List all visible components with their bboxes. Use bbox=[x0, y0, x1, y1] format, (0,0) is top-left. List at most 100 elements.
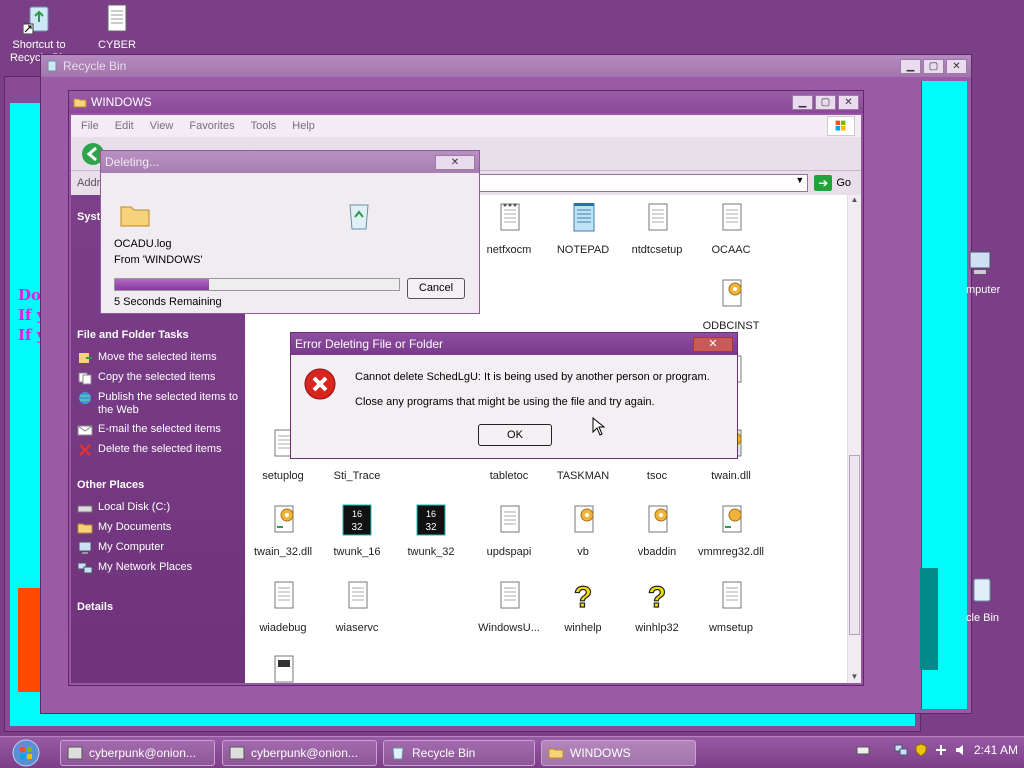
menu-favorites[interactable]: Favorites bbox=[189, 120, 234, 132]
system-tray: 2:41 AM bbox=[856, 743, 1018, 757]
file-item[interactable]: vbaddin bbox=[619, 503, 695, 558]
copy-items-link[interactable]: Copy the selected items bbox=[77, 371, 239, 385]
doc-icon bbox=[722, 581, 742, 609]
link-label: My Documents bbox=[98, 521, 172, 533]
go-button[interactable]: ➔ Go bbox=[814, 175, 851, 191]
file-item[interactable]: WindowsU... bbox=[471, 579, 547, 634]
file-folder-tasks-heading[interactable]: File and Folder Tasks bbox=[77, 329, 239, 341]
minimize-button[interactable]: ▁ bbox=[900, 58, 921, 74]
file-item[interactable]: 16 32 twunk_16 bbox=[319, 503, 395, 558]
network-status-icon[interactable] bbox=[934, 743, 948, 757]
close-button[interactable]: ✕ bbox=[946, 58, 967, 74]
minimize-button[interactable]: ▁ bbox=[792, 94, 813, 110]
desktop-icon-cyber[interactable]: CYBER bbox=[82, 2, 152, 51]
file-name: netfxocm bbox=[486, 244, 532, 256]
vertical-scrollbar[interactable]: ▲ ▼ bbox=[847, 195, 861, 683]
keyboard-icon[interactable] bbox=[856, 743, 870, 757]
email-icon bbox=[77, 425, 93, 436]
clock[interactable]: 2:41 AM bbox=[974, 743, 1018, 757]
deleting-dialog[interactable]: Deleting... ✕ OCADU.log From 'WINDOWS' 5… bbox=[100, 150, 480, 314]
scrollbar-thumb[interactable] bbox=[849, 455, 860, 635]
file-item[interactable]: ? winhlp32 bbox=[619, 579, 695, 634]
other-places-heading[interactable]: Other Places bbox=[77, 479, 239, 491]
desktop-icon-recycle-bin[interactable]: cle Bin bbox=[966, 576, 1024, 624]
file-item[interactable]: wiaservc bbox=[319, 579, 395, 634]
taskbar-button[interactable]: cyberpunk@onion... bbox=[222, 740, 377, 766]
start-orb-icon[interactable] bbox=[6, 739, 46, 767]
file-item[interactable]: ntdtcsetup bbox=[619, 201, 695, 256]
taskbar-button-active[interactable]: WINDOWS bbox=[541, 740, 696, 766]
folder-icon bbox=[548, 748, 564, 759]
close-button[interactable]: ✕ bbox=[838, 94, 859, 110]
terminal-icon bbox=[229, 746, 245, 760]
help-icon: ? bbox=[647, 580, 667, 614]
scroll-up-icon[interactable]: ▲ bbox=[848, 195, 861, 204]
error-titlebar[interactable]: Error Deleting File or Folder ✕ bbox=[291, 333, 737, 355]
error-message: Cannot delete SchedLgU: It is being used… bbox=[355, 371, 710, 383]
deleting-titlebar[interactable]: Deleting... ✕ bbox=[101, 151, 479, 173]
link-label: Copy the selected items bbox=[98, 371, 216, 383]
menu-help[interactable]: Help bbox=[292, 120, 315, 132]
menu-view[interactable]: View bbox=[150, 120, 174, 132]
move-items-link[interactable]: Move the selected items bbox=[77, 351, 239, 365]
file-item[interactable]: netfxocm bbox=[471, 201, 547, 256]
mouse-cursor-icon bbox=[592, 417, 606, 436]
maximize-button[interactable]: ▢ bbox=[923, 58, 944, 74]
my-documents-link[interactable]: My Documents bbox=[77, 521, 239, 535]
file-item[interactable]: ODBCINST bbox=[693, 277, 769, 332]
close-button[interactable]: ✕ bbox=[435, 154, 475, 170]
error-x-icon bbox=[304, 368, 336, 400]
file-item[interactable]: 16 32 twunk_32 bbox=[393, 503, 469, 558]
explorer-titlebar[interactable]: WINDOWS ▁ ▢ ✕ bbox=[69, 91, 863, 113]
file-item[interactable] bbox=[245, 653, 321, 683]
cancel-button[interactable]: Cancel bbox=[407, 278, 465, 299]
document-icon bbox=[107, 4, 127, 32]
file-item[interactable]: OCAAC bbox=[693, 201, 769, 256]
details-heading[interactable]: Details bbox=[77, 601, 239, 613]
file-name: wiadebug bbox=[259, 622, 307, 634]
shield-icon[interactable] bbox=[914, 743, 928, 757]
publish-items-link[interactable]: Publish the selected items to the Web bbox=[77, 391, 239, 417]
ok-button[interactable]: OK bbox=[478, 424, 552, 446]
delete-items-link[interactable]: Delete the selected items bbox=[77, 443, 239, 457]
file-item[interactable]: NOTEPAD bbox=[545, 201, 621, 256]
menu-edit[interactable]: Edit bbox=[115, 120, 134, 132]
recycle-bin-titlebar[interactable]: Recycle Bin ▁ ▢ ✕ bbox=[41, 55, 971, 77]
link-label: Delete the selected items bbox=[98, 443, 222, 455]
file-item[interactable]: vmmreg32.dll bbox=[693, 503, 769, 558]
email-items-link[interactable]: E-mail the selected items bbox=[77, 423, 239, 437]
recycle-bin-icon bbox=[22, 6, 49, 35]
network-icon[interactable] bbox=[894, 743, 908, 757]
volume-icon[interactable] bbox=[954, 743, 968, 757]
local-disk-link[interactable]: Local Disk (C:) bbox=[77, 501, 239, 515]
error-dialog[interactable]: Error Deleting File or Folder ✕ Cannot d… bbox=[290, 332, 738, 459]
file-name: winhelp bbox=[564, 622, 602, 634]
desktop-icon-my-computer[interactable]: mputer bbox=[966, 250, 1024, 296]
taskbar-button[interactable]: Recycle Bin bbox=[383, 740, 535, 766]
close-button[interactable]: ✕ bbox=[693, 336, 733, 352]
file-item[interactable]: twain_32.dll bbox=[245, 503, 321, 558]
file-item[interactable]: vb bbox=[545, 503, 621, 558]
doc-icon bbox=[500, 203, 520, 231]
link-label: Move the selected items bbox=[98, 351, 217, 363]
file-item[interactable]: wiadebug bbox=[245, 579, 321, 634]
gear-doc-icon bbox=[722, 279, 742, 307]
copy-icon bbox=[78, 372, 92, 385]
menu-tools[interactable]: Tools bbox=[251, 120, 277, 132]
my-computer-link[interactable]: My Computer bbox=[77, 541, 239, 555]
my-network-places-link[interactable]: My Network Places bbox=[77, 561, 239, 575]
file-item[interactable]: ? winhelp bbox=[545, 579, 621, 634]
file-item[interactable]: wmsetup bbox=[693, 579, 769, 634]
file-name: ntdtcsetup bbox=[631, 244, 683, 256]
maximize-button[interactable]: ▢ bbox=[815, 94, 836, 110]
folder-icon bbox=[73, 98, 87, 108]
menu-file[interactable]: File bbox=[81, 120, 99, 132]
taskbar-label: Recycle Bin bbox=[412, 746, 476, 760]
file-item[interactable]: updspapi bbox=[471, 503, 547, 558]
scroll-down-icon[interactable]: ▼ bbox=[848, 672, 861, 681]
recycle-bin-icon bbox=[973, 578, 991, 602]
svg-text:16: 16 bbox=[352, 509, 362, 519]
taskbar-button[interactable]: cyberpunk@onion... bbox=[60, 740, 215, 766]
time-remaining: 5 Seconds Remaining bbox=[114, 296, 222, 308]
file-name: NOTEPAD bbox=[556, 244, 610, 256]
